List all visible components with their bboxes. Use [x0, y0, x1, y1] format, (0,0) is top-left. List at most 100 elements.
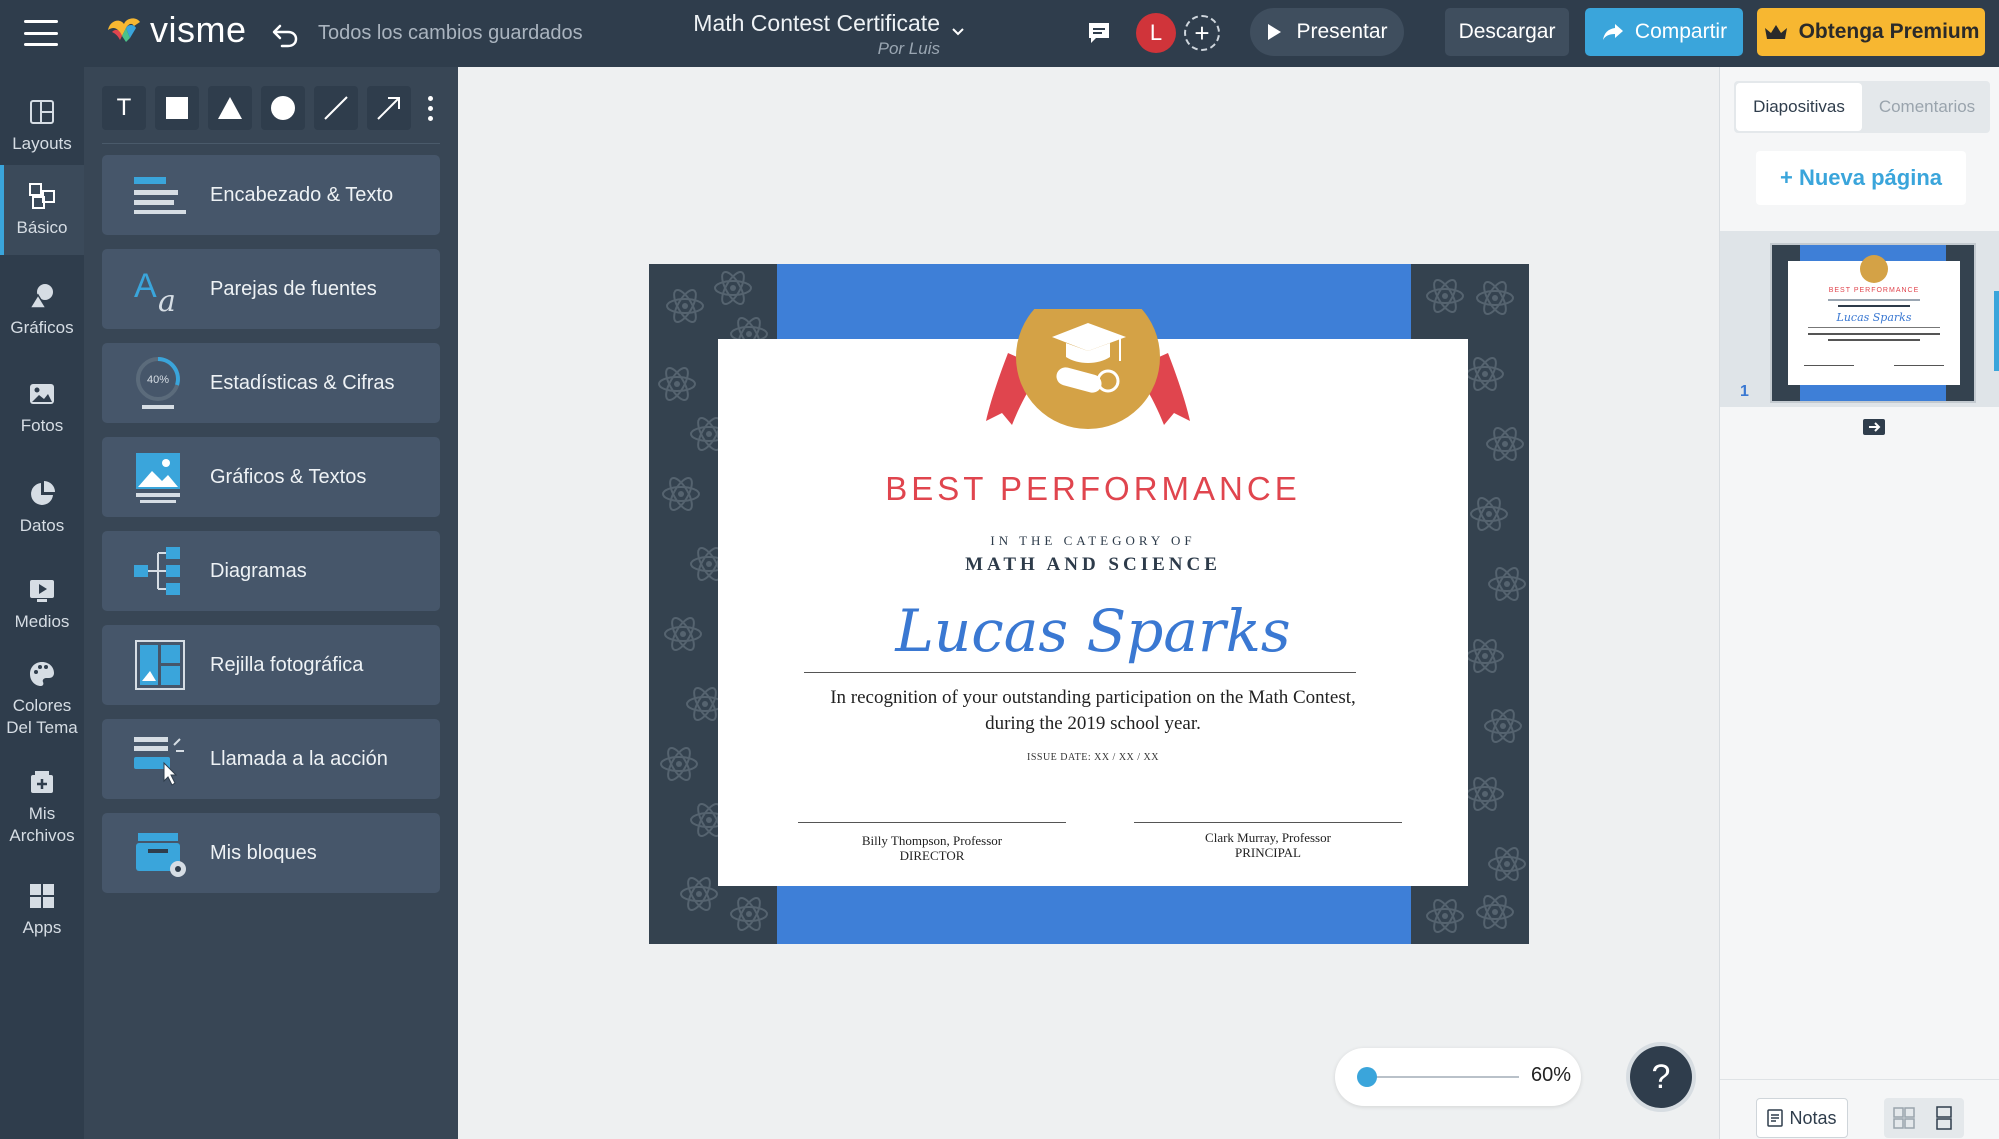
slide-number: 1	[1740, 383, 1749, 400]
divider	[102, 143, 440, 144]
photos-icon	[30, 384, 54, 404]
arrow-tool[interactable]	[367, 86, 411, 130]
rail-item-apps[interactable]: Apps	[0, 867, 84, 947]
zoom-value: 60%	[1531, 1064, 1572, 1086]
font-pairs-icon: Aa	[134, 267, 176, 319]
rail-item-basic[interactable]: Básico	[0, 165, 84, 255]
blocks-panel: T Encabezado & Texto Aa Parejas de fuent…	[84, 67, 458, 1139]
block-label: Gráficos & Textos	[210, 465, 367, 488]
heading-text-icon	[134, 177, 186, 214]
help-button[interactable]: ?	[1630, 1046, 1692, 1108]
block-photo-grid[interactable]: Rejilla fotográfica	[102, 625, 440, 705]
rectangle-icon	[166, 97, 188, 119]
document-title-area[interactable]: Math Contest Certificate Por Luis	[690, 10, 940, 59]
notes-label: Notas	[1789, 1107, 1837, 1128]
slide-thumbnail[interactable]: BEST PERFORMANCE Lucas Sparks	[1770, 243, 1976, 403]
signer-2-name: Clark Murray, Professor	[1205, 830, 1331, 845]
apps-icon	[30, 884, 54, 908]
document-title[interactable]: Math Contest Certificate	[690, 10, 940, 37]
crown-icon	[1764, 25, 1787, 39]
bottom-color-band[interactable]	[777, 880, 1411, 944]
category-intro[interactable]: IN THE CATEGORY OF	[718, 533, 1468, 549]
zoom-slider-track[interactable]	[1369, 1076, 1519, 1078]
block-diagrams[interactable]: Diagramas	[102, 531, 440, 611]
present-button[interactable]: Presentar	[1250, 8, 1404, 56]
share-label: Compartir	[1634, 20, 1728, 43]
save-status: Todos los cambios guardados	[318, 22, 583, 44]
graduation-badge-icon[interactable]	[968, 309, 1208, 429]
certificate-card[interactable]: BEST PERFORMANCE IN THE CATEGORY OF MATH…	[718, 309, 1468, 886]
svg-text:40%: 40%	[147, 374, 169, 386]
signer-1-name: Billy Thompson, Professor	[861, 833, 1003, 848]
slides-panel: Diapositivas Comentarios + Nueva página …	[1719, 67, 1999, 1139]
rail-item-my-files[interactable]: Mis Archivos	[0, 757, 84, 857]
signer-1[interactable]: Billy Thompson, Professor DIRECTOR	[798, 833, 1066, 863]
certificate-slide[interactable]: BEST PERFORMANCE IN THE CATEGORY OF MATH…	[649, 264, 1529, 944]
rail-label: Apps	[22, 918, 62, 937]
grid-view-icon[interactable]	[1884, 1098, 1924, 1138]
rail-item-photos[interactable]: Fotos	[0, 365, 84, 445]
block-my-blocks[interactable]: Mis bloques	[102, 813, 440, 893]
left-rail: Layouts Básico Gráficos Fotos Datos Medi…	[0, 67, 84, 1139]
shape-toolbar: T	[102, 83, 440, 133]
certificate-heading[interactable]: BEST PERFORMANCE	[718, 470, 1468, 508]
new-page-button[interactable]: + Nueva página	[1756, 151, 1966, 205]
issue-date[interactable]: ISSUE DATE: XX / XX / XX	[718, 752, 1468, 763]
comments-icon[interactable]	[1086, 20, 1112, 46]
signer-2-title: PRINCIPAL	[1235, 845, 1301, 860]
recognition-text[interactable]: In recognition of your outstanding parti…	[718, 685, 1468, 737]
logo[interactable]: visme	[104, 12, 247, 48]
editor-canvas[interactable]: BEST PERFORMANCE IN THE CATEGORY OF MATH…	[458, 67, 1719, 1139]
undo-icon[interactable]	[270, 18, 302, 50]
pie-chart-icon	[31, 481, 55, 505]
download-button[interactable]: Descargar	[1445, 8, 1569, 56]
premium-button[interactable]: Obtenga Premium	[1757, 8, 1985, 56]
rail-item-layouts[interactable]: Layouts	[0, 83, 84, 163]
list-view-icon[interactable]	[1924, 1098, 1964, 1138]
block-stats-figures[interactable]: 40% Estadísticas & Cifras	[102, 343, 440, 423]
premium-label: Obtenga Premium	[1798, 20, 1980, 43]
tab-slides[interactable]: Diapositivas	[1736, 83, 1862, 131]
menu-icon[interactable]	[24, 20, 58, 46]
block-font-pairs[interactable]: Aa Parejas de fuentes	[102, 249, 440, 329]
triangle-tool[interactable]	[208, 86, 252, 130]
line-icon	[324, 96, 348, 120]
block-call-to-action[interactable]: Llamada a la acción	[102, 719, 440, 799]
block-heading-text[interactable]: Encabezado & Texto	[102, 155, 440, 235]
slide-options-icon[interactable]	[1861, 417, 1887, 437]
diagrams-icon	[134, 547, 180, 595]
recipient-name[interactable]: Lucas Sparks	[718, 597, 1468, 665]
play-icon	[1268, 24, 1282, 40]
signer-2[interactable]: Clark Murray, Professor PRINCIPAL	[1134, 830, 1402, 860]
circle-tool[interactable]	[261, 86, 305, 130]
rail-item-theme-colors[interactable]: Colores Del Tema	[0, 649, 84, 749]
share-button[interactable]: Compartir	[1585, 8, 1743, 56]
category-title[interactable]: MATH AND SCIENCE	[718, 554, 1468, 576]
circle-icon	[271, 96, 295, 120]
rail-label: Mis Archivos	[9, 804, 75, 845]
palette-icon	[30, 662, 54, 686]
block-label: Rejilla fotográfica	[210, 653, 364, 676]
rectangle-tool[interactable]	[155, 86, 199, 130]
rail-item-data[interactable]: Datos	[0, 465, 84, 545]
media-icon	[30, 580, 54, 602]
block-label: Estadísticas & Cifras	[210, 371, 395, 394]
photo-grid-icon	[135, 640, 185, 690]
rail-item-graphics[interactable]: Gráficos	[0, 267, 84, 347]
zoom-slider-handle[interactable]	[1357, 1067, 1377, 1087]
rail-item-media[interactable]: Medios	[0, 561, 84, 641]
line-tool[interactable]	[314, 86, 358, 130]
text-tool[interactable]: T	[102, 86, 146, 130]
user-avatar[interactable]: L	[1136, 13, 1176, 53]
add-collaborator-icon[interactable]: +	[1184, 15, 1220, 51]
notes-button[interactable]: Notas	[1756, 1098, 1848, 1138]
my-blocks-icon	[136, 833, 186, 877]
block-graphics-text[interactable]: Gráficos & Textos	[102, 437, 440, 517]
rail-label: Colores Del Tema	[6, 696, 78, 737]
chevron-down-icon[interactable]	[950, 24, 966, 40]
recognition-line-1: In recognition of your outstanding parti…	[830, 687, 1356, 708]
rail-label: Layouts	[12, 134, 72, 153]
more-tools-icon[interactable]	[420, 86, 440, 130]
block-label: Diagramas	[210, 559, 307, 582]
tab-comments[interactable]: Comentarios	[1864, 81, 1990, 133]
